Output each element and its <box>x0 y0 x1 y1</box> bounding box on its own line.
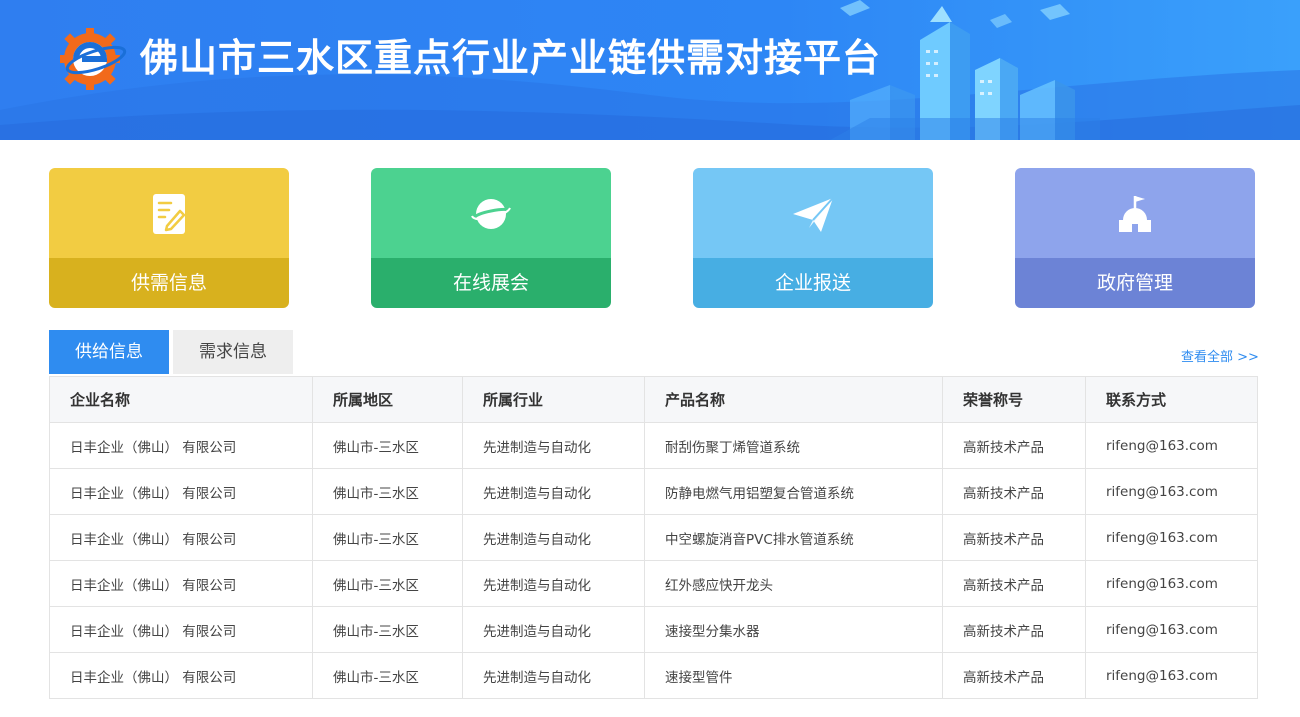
cell-company: 日丰企业（佛山） 有限公司 <box>49 652 313 699</box>
cell-contact: rifeng@163.com <box>1085 422 1258 469</box>
online-expo-label: 在线展会 <box>371 258 611 308</box>
cell-region: 佛山市-三水区 <box>312 560 463 607</box>
government-management-label: 政府管理 <box>1015 258 1255 308</box>
cell-company: 日丰企业（佛山） 有限公司 <box>49 468 313 515</box>
cell-industry: 先进制造与自动化 <box>462 514 645 561</box>
cell-product: 速接型管件 <box>644 652 943 699</box>
paper-plane-icon <box>793 197 834 232</box>
card-top <box>371 168 611 258</box>
column-header-product: 产品名称 <box>644 376 943 423</box>
cell-region: 佛山市-三水区 <box>312 422 463 469</box>
table-row[interactable]: 日丰企业（佛山） 有限公司 佛山市-三水区 先进制造与自动化 中空螺旋消音PVC… <box>49 514 1258 561</box>
online-expo-card[interactable]: 在线展会 <box>371 168 611 308</box>
cell-honor: 高新技术产品 <box>942 560 1086 607</box>
cell-industry: 先进制造与自动化 <box>462 606 645 653</box>
card-top <box>693 168 933 258</box>
cell-honor: 高新技术产品 <box>942 514 1086 561</box>
platform-logo-icon <box>60 28 127 90</box>
card-top <box>49 168 289 258</box>
view-all-link[interactable]: 查看全部 >> <box>1181 346 1259 365</box>
page-title: 佛山市三水区重点行业产业链供需对接平台 <box>140 36 882 80</box>
column-header-company: 企业名称 <box>49 376 313 423</box>
table-header-row: 企业名称 所属地区 所属行业 产品名称 荣誉称号 联系方式 <box>49 376 1258 423</box>
cell-industry: 先进制造与自动化 <box>462 422 645 469</box>
column-header-contact: 联系方式 <box>1085 376 1258 423</box>
table-row[interactable]: 日丰企业（佛山） 有限公司 佛山市-三水区 先进制造与自动化 防静电燃气用铝塑复… <box>49 468 1258 515</box>
column-header-industry: 所属行业 <box>462 376 645 423</box>
cell-industry: 先进制造与自动化 <box>462 652 645 699</box>
cell-industry: 先进制造与自动化 <box>462 468 645 515</box>
enterprise-report-label: 企业报送 <box>693 258 933 308</box>
tab-demand-info[interactable]: 需求信息 <box>173 330 293 374</box>
column-header-region: 所属地区 <box>312 376 463 423</box>
cell-region: 佛山市-三水区 <box>312 606 463 653</box>
cell-contact: rifeng@163.com <box>1085 606 1258 653</box>
cell-company: 日丰企业（佛山） 有限公司 <box>49 606 313 653</box>
cell-product: 耐刮伤聚丁烯管道系统 <box>644 422 943 469</box>
table-row[interactable]: 日丰企业（佛山） 有限公司 佛山市-三水区 先进制造与自动化 耐刮伤聚丁烯管道系… <box>49 422 1258 469</box>
city-illustration <box>830 0 1100 140</box>
column-header-honor: 荣誉称号 <box>942 376 1086 423</box>
table-row[interactable]: 日丰企业（佛山） 有限公司 佛山市-三水区 先进制造与自动化 红外感应快开龙头 … <box>49 560 1258 607</box>
feature-cards: 供需信息 在线展会 企业报送 政府管理 <box>49 168 1256 308</box>
cell-region: 佛山市-三水区 <box>312 468 463 515</box>
cell-product: 速接型分集水器 <box>644 606 943 653</box>
cell-product: 红外感应快开龙头 <box>644 560 943 607</box>
cell-product: 防静电燃气用铝塑复合管道系统 <box>644 468 943 515</box>
table-row[interactable]: 日丰企业（佛山） 有限公司 佛山市-三水区 先进制造与自动化 速接型分集水器 高… <box>49 606 1258 653</box>
supply-demand-card[interactable]: 供需信息 <box>49 168 289 308</box>
cell-contact: rifeng@163.com <box>1085 468 1258 515</box>
enterprise-report-card[interactable]: 企业报送 <box>693 168 933 308</box>
supply-demand-label: 供需信息 <box>49 258 289 308</box>
cell-honor: 高新技术产品 <box>942 606 1086 653</box>
cell-honor: 高新技术产品 <box>942 422 1086 469</box>
cell-contact: rifeng@163.com <box>1085 514 1258 561</box>
cell-contact: rifeng@163.com <box>1085 560 1258 607</box>
cell-honor: 高新技术产品 <box>942 652 1086 699</box>
header-banner: 佛山市三水区重点行业产业链供需对接平台 <box>0 0 1300 140</box>
cell-product: 中空螺旋消音PVC排水管道系统 <box>644 514 943 561</box>
government-management-card[interactable]: 政府管理 <box>1015 168 1255 308</box>
cell-region: 佛山市-三水区 <box>312 514 463 561</box>
table-row[interactable]: 日丰企业（佛山） 有限公司 佛山市-三水区 先进制造与自动化 速接型管件 高新技… <box>49 652 1258 699</box>
cell-honor: 高新技术产品 <box>942 468 1086 515</box>
document-edit-icon <box>153 194 186 234</box>
supply-table: 企业名称 所属地区 所属行业 产品名称 荣誉称号 联系方式 日丰企业（佛山） 有… <box>49 376 1258 699</box>
cell-company: 日丰企业（佛山） 有限公司 <box>49 560 313 607</box>
tab-supply-info[interactable]: 供给信息 <box>49 330 169 374</box>
cell-company: 日丰企业（佛山） 有限公司 <box>49 422 313 469</box>
cell-company: 日丰企业（佛山） 有限公司 <box>49 514 313 561</box>
cell-industry: 先进制造与自动化 <box>462 560 645 607</box>
cell-region: 佛山市-三水区 <box>312 652 463 699</box>
cell-contact: rifeng@163.com <box>1085 652 1258 699</box>
card-top <box>1015 168 1255 258</box>
government-building-icon <box>1119 196 1151 232</box>
planet-icon <box>471 199 511 229</box>
